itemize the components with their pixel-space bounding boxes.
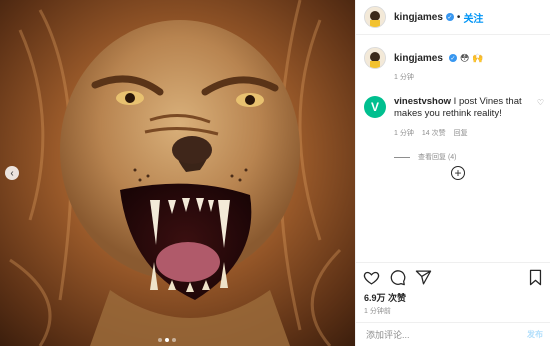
header-separator: • (456, 11, 461, 23)
caption: kingjames ✓ 😳 🙌 1 分钟 (356, 35, 550, 82)
profile-photo-icon (365, 7, 385, 27)
share-icon[interactable] (415, 269, 432, 286)
avatar[interactable] (364, 6, 386, 28)
carousel-dot (158, 338, 162, 342)
post-header: kingjames ✓ • 关注 (356, 0, 550, 35)
heart-icon[interactable] (363, 269, 380, 286)
view-replies-label: 查看回复 (4) (418, 154, 457, 161)
comment-username[interactable]: vinestvshow (394, 96, 451, 107)
follow-button[interactable]: 关注 (463, 10, 483, 25)
plus-icon: + (454, 166, 462, 180)
divider (394, 156, 410, 158)
vine-avatar[interactable]: V (364, 96, 386, 118)
verified-badge-icon: ✓ (448, 54, 457, 62)
add-comment-bar: 发布 (356, 322, 550, 346)
verified-badge-icon: ✓ (445, 13, 454, 21)
post-comment-button[interactable]: 发布 (527, 329, 543, 340)
load-more-comments-button[interactable]: + (451, 166, 465, 180)
profile-photo-icon (365, 48, 385, 68)
caption-username[interactable]: kingjames (394, 53, 443, 64)
emoji-flushed: 😳 (459, 52, 470, 63)
carousel-dot-active (165, 338, 169, 342)
bookmark-icon[interactable] (527, 269, 544, 286)
view-replies-button[interactable]: 查看回复 (4) (394, 152, 542, 162)
carousel-dot (172, 338, 176, 342)
action-bar (356, 262, 550, 292)
comment-icon[interactable] (389, 269, 406, 286)
comment-time: 1 分钟 (394, 130, 414, 137)
reply-button[interactable]: 回复 (454, 128, 468, 138)
lion-photo (0, 0, 355, 346)
likes-count[interactable]: 6.9万 次赞 (364, 291, 406, 304)
comment: V vinestvshow I post Vines that makes yo… (356, 82, 550, 162)
post-time-ago: 1 分钟前 (364, 308, 391, 315)
post-image: ‹ (0, 0, 355, 346)
chevron-left-icon: ‹ (10, 167, 14, 179)
comment-input[interactable] (364, 328, 527, 341)
post-side-panel: kingjames ✓ • 关注 kingjames ✓ 😳 🙌 1 分钟 V (355, 0, 550, 346)
comment-likes[interactable]: 14 次赞 (422, 128, 446, 138)
comment-like-heart-icon[interactable]: ♡ (537, 98, 544, 107)
emoji-raised-hands: 🙌 (472, 52, 484, 63)
header-username[interactable]: kingjames (394, 12, 443, 23)
caption-avatar[interactable] (364, 47, 386, 69)
comment-meta: 1 分钟 14 次赞 回复 (394, 128, 542, 138)
carousel-prev-button[interactable]: ‹ (5, 166, 19, 180)
carousel-dots (158, 338, 176, 342)
caption-time: 1 分钟 (394, 74, 414, 81)
comment-body: vinestvshow I post Vines that makes you … (394, 96, 542, 120)
